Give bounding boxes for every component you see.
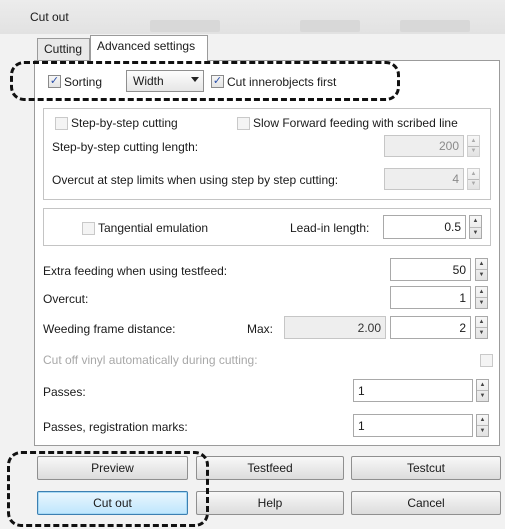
spin-down-icon: ▼ [478,330,485,336]
background-toolbar-blur [300,20,360,32]
sorting-select[interactable]: Width [126,70,204,92]
spin-up-icon: ▲ [468,169,479,180]
spin-down-icon: ▼ [478,300,485,306]
cut-off-vinyl-label: Cut off vinyl automatically during cutti… [43,353,258,367]
background-toolbar-blur [400,20,470,32]
sorting-label: Sorting [64,75,103,89]
tab-advanced-settings[interactable]: Advanced settings [90,35,208,61]
step-length-label: Step-by-step cutting length: [52,140,199,154]
slow-forward-checkbox[interactable] [237,117,250,130]
sorting-checkbox[interactable]: ✓ [48,75,61,88]
extra-feeding-input[interactable]: 50 [390,258,471,281]
passes-registration-spinner[interactable]: ▲ ▼ [476,414,489,437]
weeding-frame-spinner[interactable]: ▲ ▼ [475,316,488,339]
step-by-step-label: Step-by-step cutting [71,116,178,130]
cut-out-button[interactable]: Cut out [37,491,188,515]
spin-down-icon: ▼ [472,229,479,236]
overcut-spinner[interactable]: ▲ ▼ [475,286,488,309]
overcut-step-label: Overcut at step limits when using step b… [52,173,339,187]
overcut-step-spinner[interactable]: ▲ ▼ [467,168,480,190]
cancel-button[interactable]: Cancel [351,491,501,515]
spin-down-icon: ▼ [479,393,486,399]
passes-registration-input[interactable]: 1 [353,414,473,437]
passes-spinner[interactable]: ▲ ▼ [476,379,489,402]
chevron-down-icon [191,77,199,82]
spin-up-icon: ▲ [468,136,479,147]
weeding-frame-label: Weeding frame distance: [43,322,176,336]
spin-down-icon: ▼ [479,428,486,434]
spin-down-icon: ▼ [470,148,477,155]
background-toolbar-blur [150,20,220,32]
lead-in-length-spinner[interactable]: ▲ ▼ [469,215,482,239]
extra-feeding-spinner[interactable]: ▲ ▼ [475,258,488,281]
sorting-select-value: Width [133,74,164,88]
spin-up-icon: ▲ [477,380,488,391]
overcut-label: Overcut: [43,292,89,306]
spin-up-icon: ▲ [476,317,487,328]
weeding-max-label: Max: [247,322,274,336]
tangential-emulation-label: Tangential emulation [98,221,209,235]
cut-innerobjects-checkbox[interactable]: ✓ [211,75,224,88]
weeding-frame-input[interactable]: 2 [390,316,471,339]
cut-innerobjects-label: Cut innerobjects first [227,75,337,89]
spin-up-icon: ▲ [477,415,488,426]
spin-down-icon: ▼ [478,272,485,278]
preview-button[interactable]: Preview [37,456,188,480]
tab-cutting[interactable]: Cutting [37,38,90,60]
passes-label: Passes: [43,385,86,399]
spin-down-icon: ▼ [470,181,477,188]
step-by-step-checkbox[interactable] [55,117,68,130]
passes-registration-label: Passes, registration marks: [43,420,188,434]
lead-in-length-input[interactable]: 0.5 [383,215,466,239]
lead-in-length-label: Lead-in length: [290,221,370,235]
passes-input[interactable]: 1 [353,379,473,402]
help-button[interactable]: Help [196,491,344,515]
spin-up-icon: ▲ [476,287,487,298]
tangential-emulation-checkbox[interactable] [82,222,95,235]
overcut-step-input[interactable]: 4 [384,168,464,190]
spin-up-icon: ▲ [470,216,481,228]
extra-feeding-label: Extra feeding when using testfeed: [43,264,228,278]
cut-off-vinyl-checkbox[interactable] [480,354,493,367]
spin-up-icon: ▲ [476,259,487,270]
testfeed-button[interactable]: Testfeed [196,456,344,480]
overcut-input[interactable]: 1 [390,286,471,309]
weeding-max-input[interactable]: 2.00 [284,316,386,339]
step-length-input[interactable]: 200 [384,135,464,157]
window-title: Cut out [30,10,69,24]
step-length-spinner[interactable]: ▲ ▼ [467,135,480,157]
testcut-button[interactable]: Testcut [351,456,501,480]
slow-forward-label: Slow Forward feeding with scribed line [253,116,458,130]
